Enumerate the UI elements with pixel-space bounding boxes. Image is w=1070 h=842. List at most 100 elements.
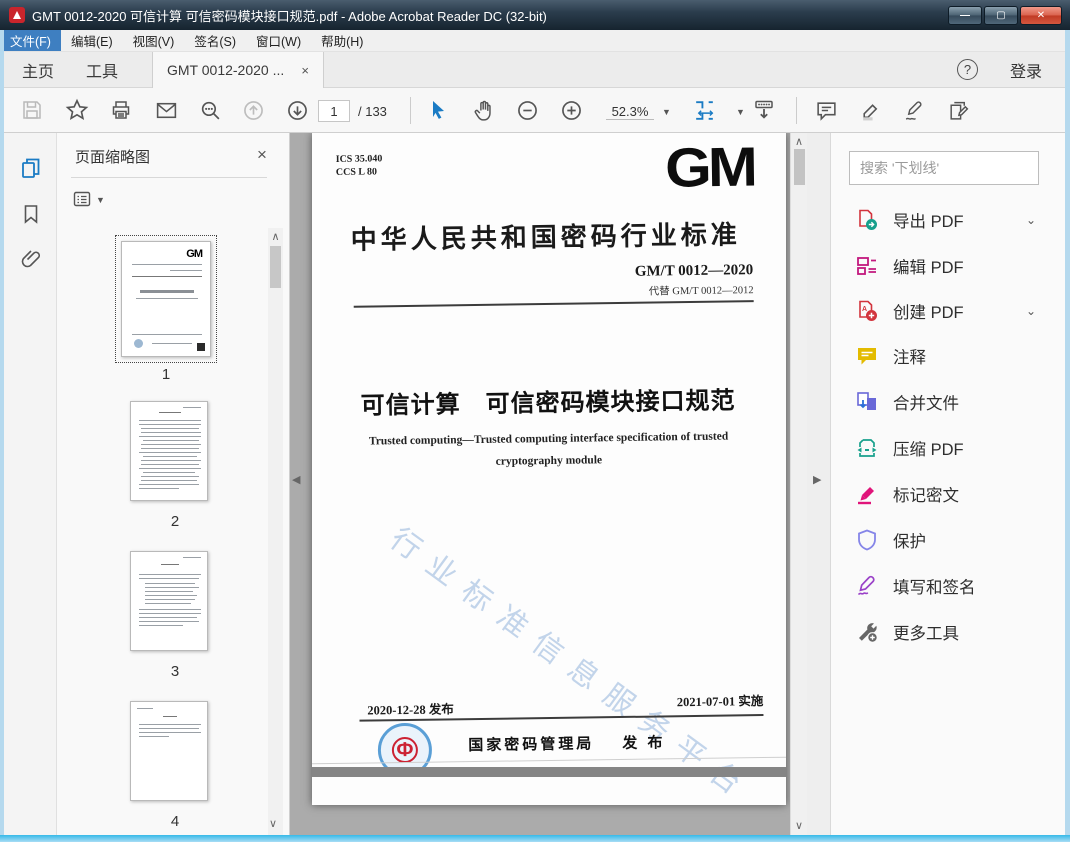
menu-file[interactable]: 文件(F) xyxy=(0,30,61,51)
tool-label: 压缩 PDF xyxy=(893,441,964,459)
help-icon[interactable]: ? xyxy=(957,59,978,80)
gm-logo: GM xyxy=(664,135,755,199)
thumbnail-page-4[interactable]: 4 xyxy=(127,701,223,830)
fit-width-icon[interactable] xyxy=(688,94,720,126)
page-number-input[interactable] xyxy=(318,100,350,122)
doc-tab-label: GMT 0012-2020 ... xyxy=(167,62,285,78)
tab-bar: 主页 工具 GMT 0012-2020 ... × ? 登录 xyxy=(0,52,1070,88)
tool-edit-pdf[interactable]: 编辑 PDF xyxy=(831,243,1066,289)
page-count-label: / 133 xyxy=(358,104,387,119)
next-page-icon[interactable] xyxy=(281,94,313,126)
svg-text:A: A xyxy=(862,306,867,313)
menu-view[interactable]: 视图(V) xyxy=(123,30,185,51)
bookmarks-rail-icon[interactable] xyxy=(18,201,44,227)
fit-dropdown-caret-icon[interactable]: ▼ xyxy=(736,107,745,117)
thumbnail-4-page xyxy=(130,701,208,801)
select-tool-icon[interactable] xyxy=(422,94,454,126)
document-pane: ICS 35.040 CCS L 80 GM 中华人民共和国密码行业标准 GM/… xyxy=(290,133,807,835)
zoom-out-icon[interactable] xyxy=(511,94,543,126)
hand-tool-icon[interactable] xyxy=(467,94,499,126)
toolbar-divider xyxy=(796,97,797,124)
scrollbar-thumb[interactable] xyxy=(270,246,281,288)
scroll-up-icon[interactable]: ∧ xyxy=(268,230,283,243)
comment-icon xyxy=(855,344,879,368)
protect-icon xyxy=(855,528,879,552)
tool-compress-pdf[interactable]: 压缩 PDF xyxy=(831,425,1066,471)
app-window: GMT 0012-2020 可信计算 可信密码模块接口规范.pdf - Adob… xyxy=(0,0,1070,842)
implement-date: 2021-07-01 实施 xyxy=(676,694,764,710)
tool-combine-files[interactable]: 合并文件 xyxy=(831,379,1066,425)
previous-page-icon[interactable] xyxy=(237,94,269,126)
scroll-down-icon[interactable]: ∨ xyxy=(261,817,285,830)
doc-tab-close-icon[interactable]: × xyxy=(301,63,309,78)
highlight-tool-icon[interactable] xyxy=(854,94,886,126)
tool-create-pdf[interactable]: A 创建 PDF ⌄ xyxy=(831,288,1066,334)
email-icon[interactable] xyxy=(150,94,182,126)
issue-date: 2020-12-28 发布 xyxy=(367,702,454,718)
comment-tool-icon[interactable] xyxy=(810,94,842,126)
chevron-down-icon[interactable]: ⌄ xyxy=(1026,213,1036,227)
zoom-level-value[interactable]: 52.3% xyxy=(606,104,654,120)
menu-sign[interactable]: 签名(S) xyxy=(184,30,246,51)
chevron-down-icon[interactable]: ⌄ xyxy=(1026,304,1036,318)
maximize-button[interactable]: ▢ xyxy=(984,5,1018,25)
panel-divider xyxy=(71,177,267,178)
document-title-en: Trusted computing—Trusted computing inte… xyxy=(368,430,729,468)
doc-scroll-up-icon[interactable]: ∧ xyxy=(791,135,807,148)
close-button[interactable]: ✕ xyxy=(1020,5,1062,25)
acrobat-app-icon xyxy=(9,7,25,23)
doc-scrollbar-thumb[interactable] xyxy=(794,149,805,185)
reading-mode-icon[interactable] xyxy=(748,94,780,126)
menu-edit[interactable]: 编辑(E) xyxy=(61,30,123,51)
tool-export-pdf[interactable]: 导出 PDF ⌄ xyxy=(831,197,1066,243)
zoom-dropdown-caret-icon[interactable]: ▼ xyxy=(662,107,671,117)
doc-scroll-down-icon[interactable]: ∨ xyxy=(791,819,807,832)
combine-files-icon xyxy=(855,390,879,414)
window-title: GMT 0012-2020 可信计算 可信密码模块接口规范.pdf - Adob… xyxy=(32,8,547,24)
thumbnail-page-2[interactable]: 2 xyxy=(127,401,223,530)
save-icon[interactable] xyxy=(16,94,48,126)
document-scrollbar[interactable]: ∧ ∨ xyxy=(790,133,807,835)
tool-label: 更多工具 xyxy=(893,625,959,643)
sign-tool-icon[interactable] xyxy=(898,94,930,126)
attachments-rail-icon[interactable] xyxy=(18,246,44,272)
search-icon[interactable] xyxy=(194,94,226,126)
tool-more-tools[interactable]: 更多工具 xyxy=(831,609,1066,655)
tool-label: 填写和签名 xyxy=(893,579,976,597)
tool-redact[interactable]: 标记密文 xyxy=(831,471,1066,517)
thumbnail-scrollbar[interactable]: ∧ xyxy=(268,228,283,835)
thumbnail-2-number: 2 xyxy=(170,513,180,530)
sign-in-button[interactable]: 登录 xyxy=(1010,58,1042,82)
tab-home[interactable]: 主页 xyxy=(8,52,68,88)
menu-help[interactable]: 帮助(H) xyxy=(311,30,373,51)
tools-search-input[interactable] xyxy=(849,151,1039,185)
thumbnail-3-page xyxy=(130,551,208,651)
thumbnail-page-3[interactable]: 3 xyxy=(127,551,223,680)
tool-protect[interactable]: 保护 xyxy=(831,517,1066,563)
fill-sign-icon xyxy=(855,574,879,598)
thumbnail-2-page xyxy=(130,401,208,501)
tool-comment[interactable]: 注释 xyxy=(831,333,1066,379)
thumbnail-options-icon[interactable]: ▼ xyxy=(73,189,111,211)
collapse-left-panel-icon[interactable]: ◀ xyxy=(292,473,300,486)
thumbnail-panel-close-icon[interactable]: × xyxy=(257,145,267,165)
title-bar: GMT 0012-2020 可信计算 可信密码模块接口规范.pdf - Adob… xyxy=(0,0,1070,30)
tab-document[interactable]: GMT 0012-2020 ... × xyxy=(152,52,324,88)
pdf-page[interactable]: ICS 35.040 CCS L 80 GM 中华人民共和国密码行业标准 GM/… xyxy=(312,133,786,809)
create-pdf-icon: A xyxy=(855,299,879,323)
thumbnail-page-1[interactable]: GM 1 xyxy=(115,235,217,383)
menu-bar: 文件(F) 编辑(E) 视图(V) 签名(S) 窗口(W) 帮助(H) xyxy=(0,30,1070,52)
tab-tools[interactable]: 工具 xyxy=(72,52,132,88)
zoom-in-icon[interactable] xyxy=(555,94,587,126)
fill-sign-tool-icon[interactable] xyxy=(942,94,974,126)
ics-codes: ICS 35.040 CCS L 80 xyxy=(335,153,383,178)
thumbnail-1-number: 1 xyxy=(161,366,171,383)
favorites-star-icon[interactable] xyxy=(61,94,93,126)
menu-window[interactable]: 窗口(W) xyxy=(246,30,311,51)
minimize-button[interactable]: — xyxy=(948,5,982,25)
replaces-note: 代替 GM/T 0012—2012 xyxy=(648,285,754,298)
page-thumbnails-rail-icon[interactable] xyxy=(18,155,44,181)
tool-fill-sign[interactable]: 填写和签名 xyxy=(831,563,1066,609)
expand-right-panel-icon[interactable]: ▶ xyxy=(813,473,821,486)
print-icon[interactable] xyxy=(105,94,137,126)
